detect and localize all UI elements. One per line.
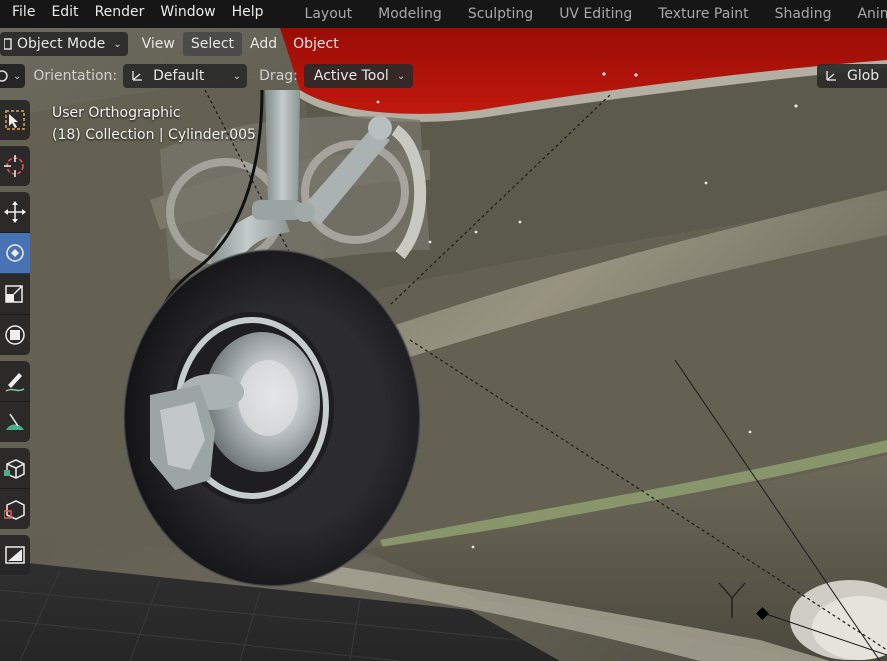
tab-sculpting[interactable]: Sculpting xyxy=(455,0,546,28)
orientation-axes-icon xyxy=(132,71,143,81)
add-cube-tool[interactable] xyxy=(0,448,30,489)
tool-shelf xyxy=(0,100,30,581)
mode-label: Object Mode xyxy=(17,36,106,52)
top-menu-bar: File Edit Render Window Help Layout Mode… xyxy=(0,0,887,28)
scale-tool[interactable] xyxy=(0,274,30,315)
tab-texture-paint[interactable]: Texture Paint xyxy=(645,0,761,28)
move-tool[interactable] xyxy=(0,192,30,233)
rotate-icon xyxy=(6,244,24,262)
orientation-dropdown[interactable]: Default ⌄ xyxy=(123,64,248,88)
collection-info: (18) Collection | Cylinder.005 xyxy=(52,127,256,143)
tool-group-select xyxy=(0,100,30,140)
transform-orientation-dropdown[interactable]: Glob xyxy=(817,64,887,88)
tool-group-cursor xyxy=(0,146,30,186)
main-menu: File Edit Render Window Help xyxy=(0,0,272,28)
tool-settings-bar: ⌄ Orientation: Default ⌄ Drag: Active To… xyxy=(0,62,887,90)
chevron-down-icon: ⌄ xyxy=(232,70,242,82)
viewport-info: User Orthographic (18) Collection | Cyli… xyxy=(52,102,256,146)
chevron-down-icon: ⌄ xyxy=(13,70,22,82)
tool-group-annotate xyxy=(0,361,30,442)
move-icon xyxy=(4,201,26,223)
view-menu[interactable]: View xyxy=(134,32,183,56)
tab-animation[interactable]: Animati xyxy=(844,0,887,28)
cube-edit-icon xyxy=(4,500,25,520)
select-box-icon xyxy=(5,110,25,130)
tab-shading[interactable]: Shading xyxy=(762,0,845,28)
rotate-tool-icon xyxy=(0,70,8,82)
view-name: User Orthographic xyxy=(52,105,181,121)
menu-help[interactable]: Help xyxy=(224,0,272,24)
mode-object-icon xyxy=(4,38,12,50)
drag-label: Drag: xyxy=(259,68,298,84)
tab-modeling[interactable]: Modeling xyxy=(365,0,455,28)
drag-dropdown[interactable]: Active Tool ⌄ xyxy=(303,64,414,88)
select-box-tool[interactable] xyxy=(0,100,30,140)
drag-value: Active Tool xyxy=(313,68,389,84)
blender-window: File Edit Render Window Help Layout Mode… xyxy=(0,0,887,661)
mode-selector[interactable]: Object Mode ⌄ xyxy=(0,32,128,56)
transform-tool[interactable] xyxy=(0,315,30,355)
tab-uv-editing[interactable]: UV Editing xyxy=(546,0,645,28)
annotate-tool[interactable] xyxy=(0,361,30,402)
object-menu[interactable]: Object xyxy=(285,32,347,56)
scale-icon xyxy=(5,285,23,303)
chevron-down-icon: ⌄ xyxy=(396,70,406,82)
measure-tool[interactable] xyxy=(0,402,30,442)
cursor-icon xyxy=(4,155,24,177)
rotate-tool[interactable] xyxy=(0,233,30,274)
menu-file[interactable]: File xyxy=(0,0,43,24)
measure-icon xyxy=(6,413,24,430)
select-menu[interactable]: Select xyxy=(182,32,243,56)
orientation-label: Orientation: xyxy=(33,68,118,84)
annotate-icon xyxy=(5,373,25,392)
add-cube-icon xyxy=(4,459,25,479)
tool-icon-selector[interactable]: ⌄ xyxy=(0,64,26,88)
cube-edit-tool[interactable] xyxy=(0,489,30,529)
workspace-tabs: Layout Modeling Sculpting UV Editing Tex… xyxy=(292,0,887,28)
chevron-down-icon: ⌄ xyxy=(113,38,122,50)
image-tool[interactable] xyxy=(0,535,30,575)
tool-group-transform xyxy=(0,192,30,355)
tool-group-add xyxy=(0,448,30,529)
viewport-header: Object Mode ⌄ View Select Add Object xyxy=(0,30,887,58)
add-menu[interactable]: Add xyxy=(242,32,285,56)
image-icon xyxy=(5,546,25,564)
transform-orientation-value: Glob xyxy=(847,68,880,84)
transform-icon xyxy=(5,325,25,345)
tool-group-image xyxy=(0,535,30,575)
global-axes-icon xyxy=(826,71,836,81)
menu-render[interactable]: Render xyxy=(87,0,153,24)
tab-layout[interactable]: Layout xyxy=(292,0,366,28)
menu-window[interactable]: Window xyxy=(152,0,223,24)
menu-edit[interactable]: Edit xyxy=(43,0,86,24)
cursor-tool[interactable] xyxy=(0,146,30,186)
orientation-value: Default xyxy=(153,68,205,84)
